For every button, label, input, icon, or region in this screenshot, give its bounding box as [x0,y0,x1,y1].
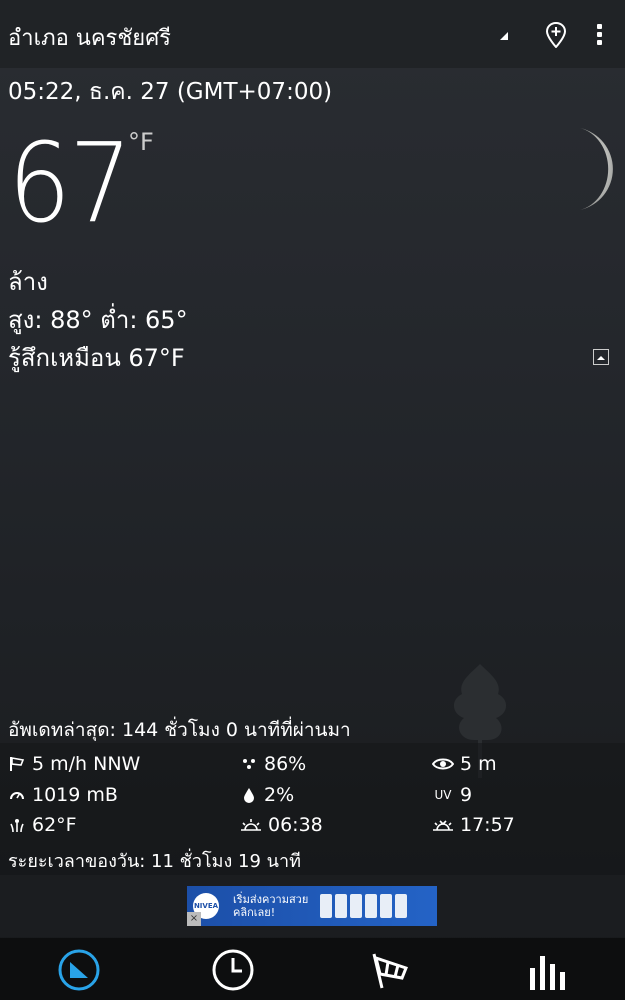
dew-point-value: 62°F [32,814,77,836]
raindrop-icon [240,786,258,804]
sunset-value: 17:57 [460,814,515,836]
overflow-menu-icon[interactable] [596,24,604,46]
bottom-navigation [0,938,625,1000]
windsock-icon [372,953,408,989]
collapse-details-button[interactable] [593,349,609,365]
precipitation-stat: 2% [240,784,294,806]
current-weather-tab[interactable] [55,946,103,994]
ad-banner[interactable]: NIVEA เริ่มส่งความสวย คลิกเลย! [187,886,437,926]
hourly-forecast-tab[interactable] [209,946,257,994]
gauge-icon [8,786,26,804]
clock-icon [212,949,254,991]
uv-stat: UV 9 [432,784,473,806]
ad-product-images [320,894,408,918]
last-updated-text: อัพเดทล่าสุด: 144 ชั่วโมง 0 นาทีที่ผ่านม… [8,719,351,741]
humidity-value: 86% [264,753,307,775]
condition-text: ล้าง [8,268,48,296]
wind-value: 5 m/h NNW [32,753,141,775]
bar-chart-icon [530,956,565,990]
add-location-pin-icon[interactable] [546,22,566,48]
visibility-stat: 5 m [432,753,497,775]
wind-icon [8,755,26,773]
sunset-icon [432,816,454,834]
current-weather-icon [58,949,100,991]
eye-icon [432,755,454,773]
current-temperature: 67 [8,119,132,247]
dew-point-stat: 62°F [8,814,77,836]
visibility-value: 5 m [460,753,497,775]
pressure-stat: 1019 mB [8,784,118,806]
sunrise-stat: 06:38 [240,814,323,836]
chevron-up-icon [597,356,605,360]
sunset-stat: 17:57 [432,814,515,836]
moon-phase-icon [580,128,613,210]
pressure-value: 1019 mB [32,784,118,806]
dew-point-icon [8,816,26,834]
ad-text-line1: เริ่มส่งความสวย [233,893,309,906]
uv-icon: UV [434,788,452,802]
daily-forecast-tab[interactable] [524,946,572,994]
humidity-icon [240,755,258,773]
ad-text-line2: คลิกเลย! [233,906,276,919]
wind-tab[interactable] [366,946,414,994]
humidity-stat: 86% [240,753,306,775]
temperature-unit[interactable]: °F [128,128,154,156]
wind-stat: 5 m/h NNW [8,753,140,775]
sunrise-value: 06:38 [268,814,323,836]
uv-value: 9 [460,784,473,806]
precipitation-value: 2% [264,784,295,806]
date-time: 05:22, ธ.ค. 27 (GMT+07:00) [8,79,333,105]
high-low-temperature: สูง: 88° ต่ำ: 65° [8,306,188,334]
feels-like-temperature: รู้สึกเหมือน 67°F [8,344,185,372]
day-length-text: ระยะเวลาของวัน: 11 ชั่วโมง 19 นาที [8,851,301,872]
ad-close-button[interactable]: × [187,912,201,926]
dropdown-triangle-icon[interactable] [500,32,508,40]
location-title[interactable]: อำเภอ นครชัยศรี [8,20,171,55]
sunrise-icon [240,816,262,834]
